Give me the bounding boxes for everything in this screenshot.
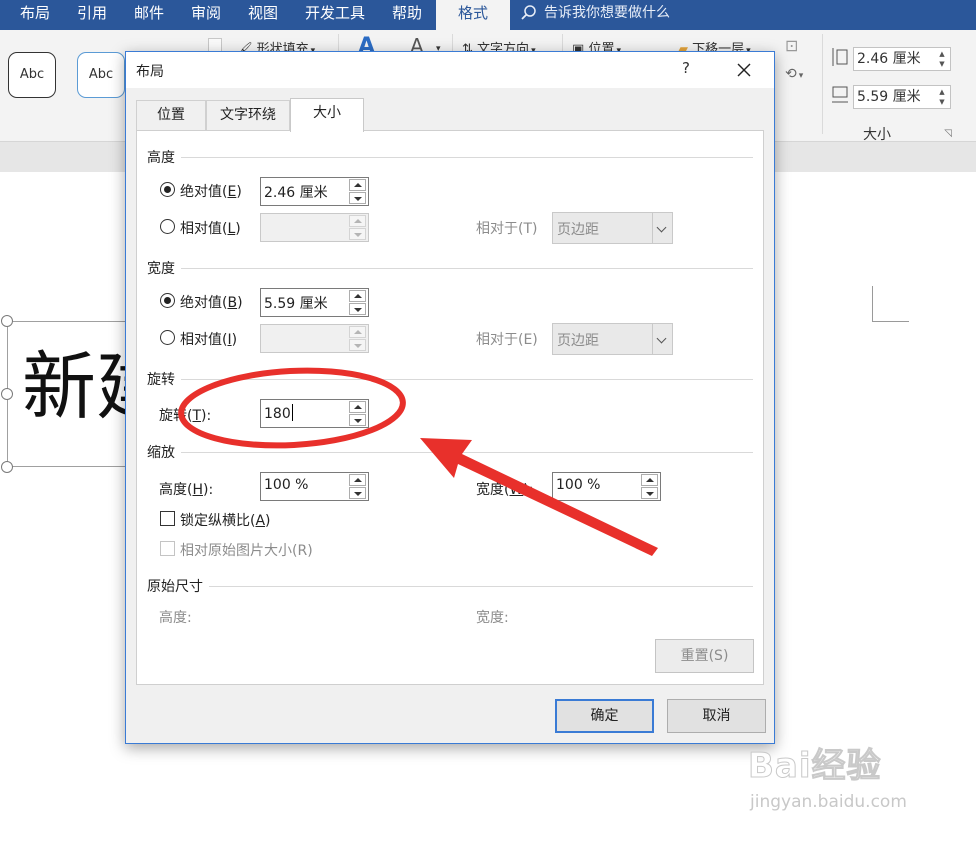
chevron-down-icon [652, 324, 672, 354]
original-size-section-label: 原始尺寸 [147, 576, 209, 596]
size-tab-panel: 高度 绝对值(E) 2.46 厘米 相对值(L) 相对于(T) 页边距 宽度 绝… [136, 130, 764, 685]
scale-height-stepper[interactable]: 100 % [260, 472, 369, 501]
height-relative-label: 相对值(L) [180, 221, 241, 237]
width-absolute-stepper[interactable]: 5.59 厘米 [260, 288, 369, 317]
tell-me-search[interactable]: 告诉我你想要做什么 [520, 0, 670, 30]
width-absolute-radio[interactable] [160, 293, 175, 308]
shape-style-1[interactable]: Abc [8, 52, 56, 98]
rotation-section-label: 旋转 [147, 369, 181, 389]
ribbon-tab-bar: 布局 引用 邮件 审阅 视图 开发工具 帮助 格式 告诉我你想要做什么 [0, 0, 976, 32]
original-height-label: 高度: [159, 610, 192, 626]
dialog-launcher-icon[interactable]: ◹ [944, 128, 952, 139]
relative-original-size-label: 相对原始图片大小(R) [180, 543, 313, 559]
scale-width-down-button[interactable] [641, 487, 658, 499]
width-absolute-up-button[interactable] [349, 290, 366, 302]
height-absolute-stepper[interactable]: 2.46 厘米 [260, 177, 369, 206]
width-relative-radio[interactable] [160, 330, 175, 345]
dialog-titlebar[interactable]: 布局 ? [126, 52, 774, 88]
cancel-button[interactable]: 取消 [667, 699, 766, 733]
height-relative-to-select[interactable]: 页边距 [552, 212, 673, 244]
rotation-label: 旋转(T): [159, 408, 212, 424]
scale-height-up-button[interactable] [349, 474, 366, 486]
resize-handle[interactable] [1, 315, 13, 327]
width-absolute-down-button[interactable] [349, 303, 366, 315]
ribbon-tab-developer[interactable]: 开发工具 [303, 0, 367, 30]
shape-style-2[interactable]: Abc [77, 52, 125, 98]
height-spinner[interactable]: ▲ ▼ [936, 49, 948, 69]
relative-original-size-checkbox[interactable] [160, 541, 175, 556]
shape-height-input[interactable]: 2.46 厘米 ▲ ▼ [853, 47, 951, 71]
close-icon[interactable] [734, 60, 754, 80]
height-section-label: 高度 [147, 147, 181, 167]
tab-text-wrapping[interactable]: 文字环绕 [206, 100, 290, 130]
lightbulb-search-icon [521, 5, 536, 20]
lock-aspect-ratio-checkbox[interactable] [160, 511, 175, 526]
layout-dialog: 布局 ? 位置 文字环绕 大小 高度 绝对值(E) 2.46 厘米 相对值(L)… [125, 51, 775, 744]
ribbon-tab-help[interactable]: 帮助 [390, 0, 424, 30]
baidu-jingyan-watermark: Bai经验 jingyan.baidu.com [748, 738, 948, 828]
width-relative-label: 相对值(I) [180, 332, 238, 348]
dialog-title: 布局 [136, 64, 164, 80]
ribbon-tab-view[interactable]: 视图 [246, 0, 280, 30]
ribbon-separator [822, 34, 823, 134]
rotation-stepper[interactable]: 180 [260, 399, 369, 428]
section-divider [147, 157, 753, 158]
resize-handle[interactable] [1, 461, 13, 473]
tab-position[interactable]: 位置 [136, 100, 206, 130]
ribbon-tab-mailings[interactable]: 邮件 [132, 0, 166, 30]
scale-height-label: 高度(H): [159, 482, 214, 498]
height-relative-radio[interactable] [160, 219, 175, 234]
height-absolute-label: 绝对值(E) [180, 184, 242, 200]
text-cursor [291, 404, 293, 421]
resize-handle[interactable] [1, 388, 13, 400]
section-divider [147, 268, 753, 269]
ribbon-tab-review[interactable]: 审阅 [189, 0, 223, 30]
ribbon-tab-references[interactable]: 引用 [75, 0, 109, 30]
rotation-up-button[interactable] [349, 401, 366, 413]
scale-height-down-button[interactable] [349, 487, 366, 499]
group-objects-icon[interactable]: ⊡ [785, 36, 798, 55]
rotate-objects-icon[interactable]: ⟲ ▾ [785, 66, 803, 82]
reset-button[interactable]: 重置(S) [655, 639, 754, 673]
height-absolute-down-button[interactable] [349, 192, 366, 204]
scale-section-label: 缩放 [147, 442, 181, 462]
ribbon-tab-format[interactable]: 格式 [436, 0, 511, 32]
section-divider [147, 452, 753, 453]
size-group-label: 大小 [863, 127, 891, 143]
rotation-down-button[interactable] [349, 414, 366, 426]
ribbon-tab-layout[interactable]: 布局 [18, 0, 52, 30]
scale-width-up-button[interactable] [641, 474, 658, 486]
width-relative-to-select[interactable]: 页边距 [552, 323, 673, 355]
section-divider [147, 379, 753, 380]
original-width-label: 宽度: [476, 610, 509, 626]
scale-width-stepper[interactable]: 100 % [552, 472, 661, 501]
width-spinner[interactable]: ▲ ▼ [936, 87, 948, 107]
height-absolute-up-button[interactable] [349, 179, 366, 191]
shape-width-icon [832, 86, 848, 103]
margin-corner-mark [872, 286, 909, 322]
help-button[interactable]: ? [682, 59, 690, 77]
shape-width-input[interactable]: 5.59 厘米 ▲ ▼ [853, 85, 951, 109]
shape-height-icon [832, 48, 848, 66]
width-section-label: 宽度 [147, 258, 181, 278]
width-relative-stepper[interactable] [260, 324, 369, 353]
lock-aspect-ratio-label: 锁定纵横比(A) [180, 513, 271, 529]
section-divider [147, 586, 753, 587]
dialog-tabs: 位置 文字环绕 大小 [126, 98, 774, 132]
tell-me-text: 告诉我你想要做什么 [544, 5, 670, 21]
tab-size[interactable]: 大小 [290, 98, 364, 132]
size-group: 2.46 厘米 ▲ ▼ 5.59 厘米 ▲ ▼ 大小 ◹ [825, 30, 976, 143]
scale-width-label: 宽度(W): [476, 482, 534, 498]
watermark-url: jingyan.baidu.com [750, 792, 907, 812]
watermark-brand: Bai经验 [748, 746, 882, 787]
height-relative-to-label: 相对于(T) [476, 221, 538, 237]
height-relative-stepper[interactable] [260, 213, 369, 242]
chevron-down-icon [652, 213, 672, 243]
height-absolute-radio[interactable] [160, 182, 175, 197]
width-relative-to-label: 相对于(E) [476, 332, 538, 348]
ok-button[interactable]: 确定 [555, 699, 654, 733]
width-absolute-label: 绝对值(B) [180, 295, 243, 311]
